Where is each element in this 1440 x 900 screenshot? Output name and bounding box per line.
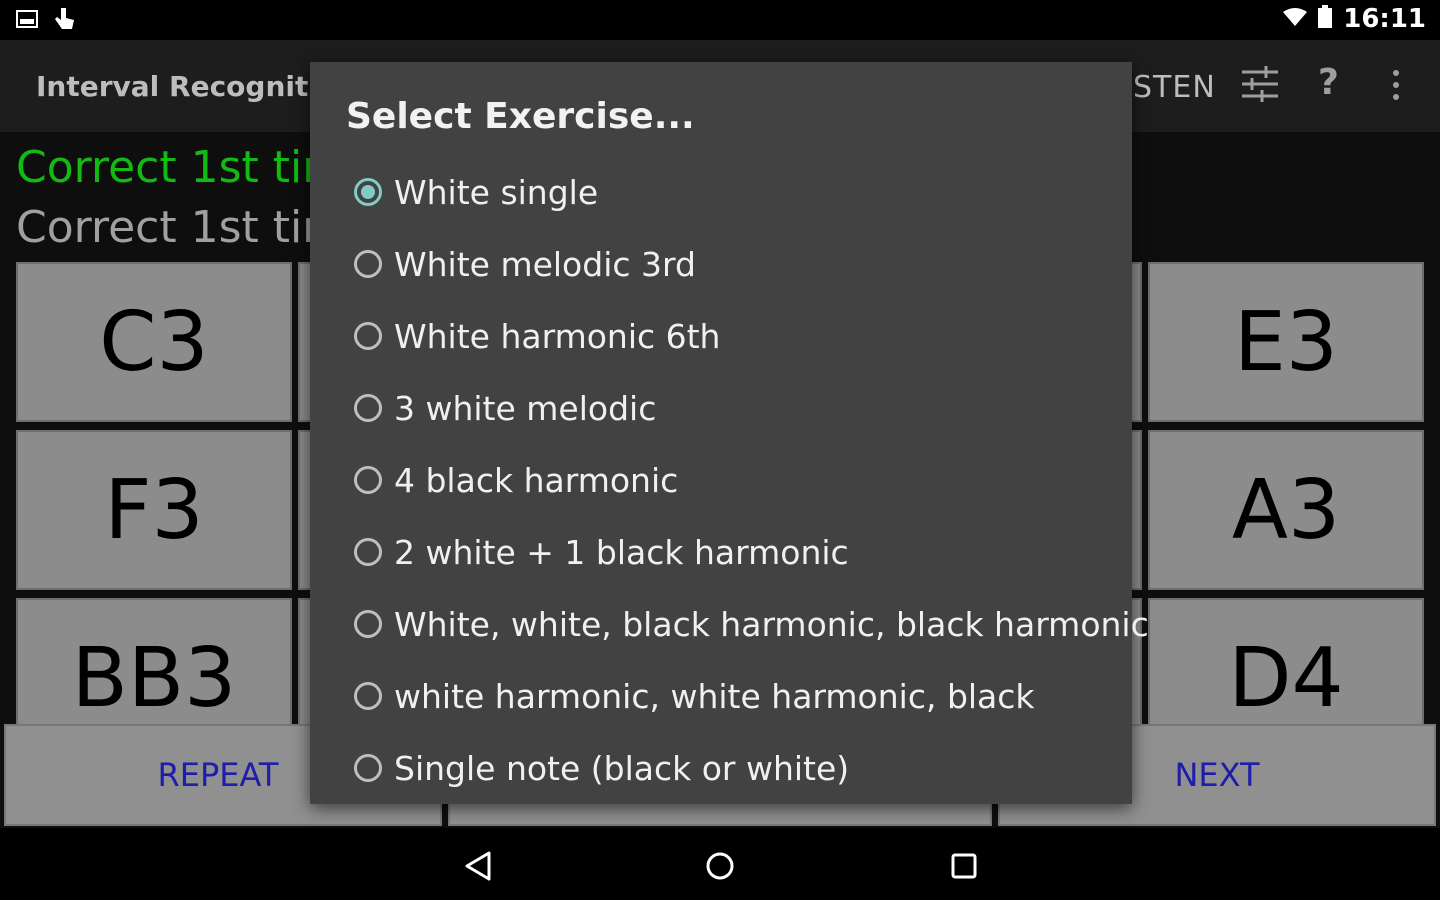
radio-unchecked-icon[interactable] [354, 610, 382, 638]
radio-unchecked-icon[interactable] [354, 754, 382, 782]
exercise-option[interactable]: Single note (black or white) [354, 732, 1114, 804]
radio-unchecked-icon[interactable] [354, 538, 382, 566]
exercise-option[interactable]: 4 black harmonic [354, 444, 1114, 516]
option-label: White, white, black harmonic, black harm… [394, 604, 1149, 644]
back-icon[interactable] [458, 846, 498, 886]
option-label: White harmonic 6th [394, 316, 721, 356]
radio-unchecked-icon[interactable] [354, 322, 382, 350]
option-label: 3 white melodic [394, 388, 657, 428]
exercise-option[interactable]: White melodic 3rd [354, 228, 1114, 300]
exercise-option[interactable]: White harmonic 6th [354, 300, 1114, 372]
exercise-option[interactable]: White single [354, 156, 1114, 228]
radio-checked-icon[interactable] [354, 178, 382, 206]
radio-unchecked-icon[interactable] [354, 394, 382, 422]
radio-unchecked-icon[interactable] [354, 250, 382, 278]
option-label: white harmonic, white harmonic, black [394, 676, 1035, 716]
dialog-title: Select Exercise... [346, 96, 695, 137]
select-exercise-dialog: Select Exercise... White single White me… [310, 62, 1149, 804]
exercise-option[interactable]: 3 white melodic [354, 372, 1114, 444]
radio-unchecked-icon[interactable] [354, 466, 382, 494]
exercise-option[interactable]: white harmonic, white harmonic, black [354, 660, 1114, 732]
exercise-option[interactable]: White, white, black harmonic, black harm… [354, 588, 1149, 660]
exercise-option[interactable]: 2 white + 1 black harmonic [354, 516, 1114, 588]
option-label: Single note (black or white) [394, 748, 850, 788]
recents-icon[interactable] [944, 846, 984, 886]
home-icon[interactable] [700, 846, 740, 886]
option-label: 4 black harmonic [394, 460, 679, 500]
option-label: White melodic 3rd [394, 244, 696, 284]
option-label: 2 white + 1 black harmonic [394, 532, 849, 572]
navigation-bar [0, 828, 1440, 900]
option-label: White single [394, 172, 599, 212]
radio-unchecked-icon[interactable] [354, 682, 382, 710]
